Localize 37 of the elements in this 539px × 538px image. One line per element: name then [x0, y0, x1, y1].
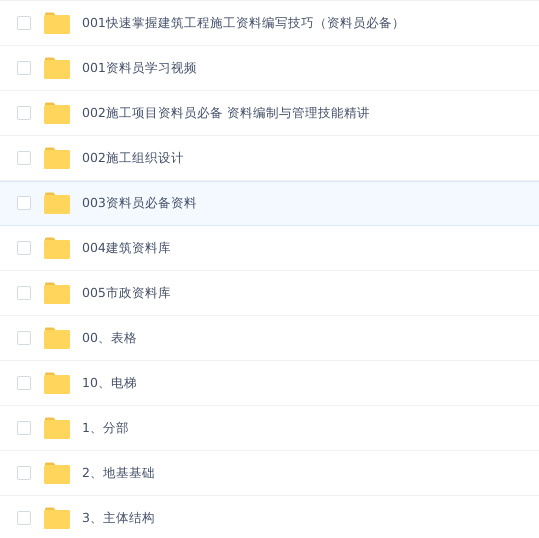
folder-icon: [44, 57, 70, 79]
folder-name: 10、电梯: [82, 374, 137, 392]
checkbox[interactable]: [17, 511, 31, 525]
folder-icon: [44, 462, 70, 484]
folder-icon: [44, 282, 70, 304]
folder-name: 001资料员学习视频: [82, 60, 197, 76]
folder-icon: [44, 12, 70, 34]
folder-name: 001快速掌握建筑工程施工资料编写技巧（资料员必备）: [82, 14, 405, 32]
checkbox[interactable]: [17, 151, 31, 165]
file-row[interactable]: 003资料员必备资料: [0, 181, 539, 226]
folder-icon: [44, 507, 70, 529]
folder-name: 1、分部: [82, 420, 129, 436]
folder-icon: [44, 237, 70, 259]
folder-icon: [44, 372, 70, 394]
folder-icon: [44, 102, 70, 124]
checkbox[interactable]: [17, 286, 31, 300]
checkbox[interactable]: [17, 241, 31, 255]
folder-name: 005市政资料库: [82, 284, 171, 302]
checkbox[interactable]: [17, 196, 31, 210]
folder-name: 00、表格: [82, 330, 137, 346]
checkbox[interactable]: [17, 16, 31, 30]
folder-name: 004建筑资料库: [82, 240, 171, 256]
checkbox[interactable]: [17, 331, 31, 345]
folder-name: 003资料员必备资料: [82, 194, 197, 212]
folder-icon: [44, 327, 70, 349]
folder-icon: [44, 192, 70, 214]
checkbox[interactable]: [17, 466, 31, 480]
folder-name: 002施工组织设计: [82, 150, 184, 166]
folder-name: 3、主体结构: [82, 510, 155, 526]
folder-icon: [44, 147, 70, 169]
folder-name: 2、地基基础: [82, 464, 155, 482]
folder-icon: [44, 417, 70, 439]
checkbox[interactable]: [17, 106, 31, 120]
checkbox[interactable]: [17, 421, 31, 435]
checkbox[interactable]: [17, 376, 31, 390]
folder-name: 002施工项目资料员必备 资料编制与管理技能精讲: [82, 104, 370, 122]
checkbox[interactable]: [17, 61, 31, 75]
